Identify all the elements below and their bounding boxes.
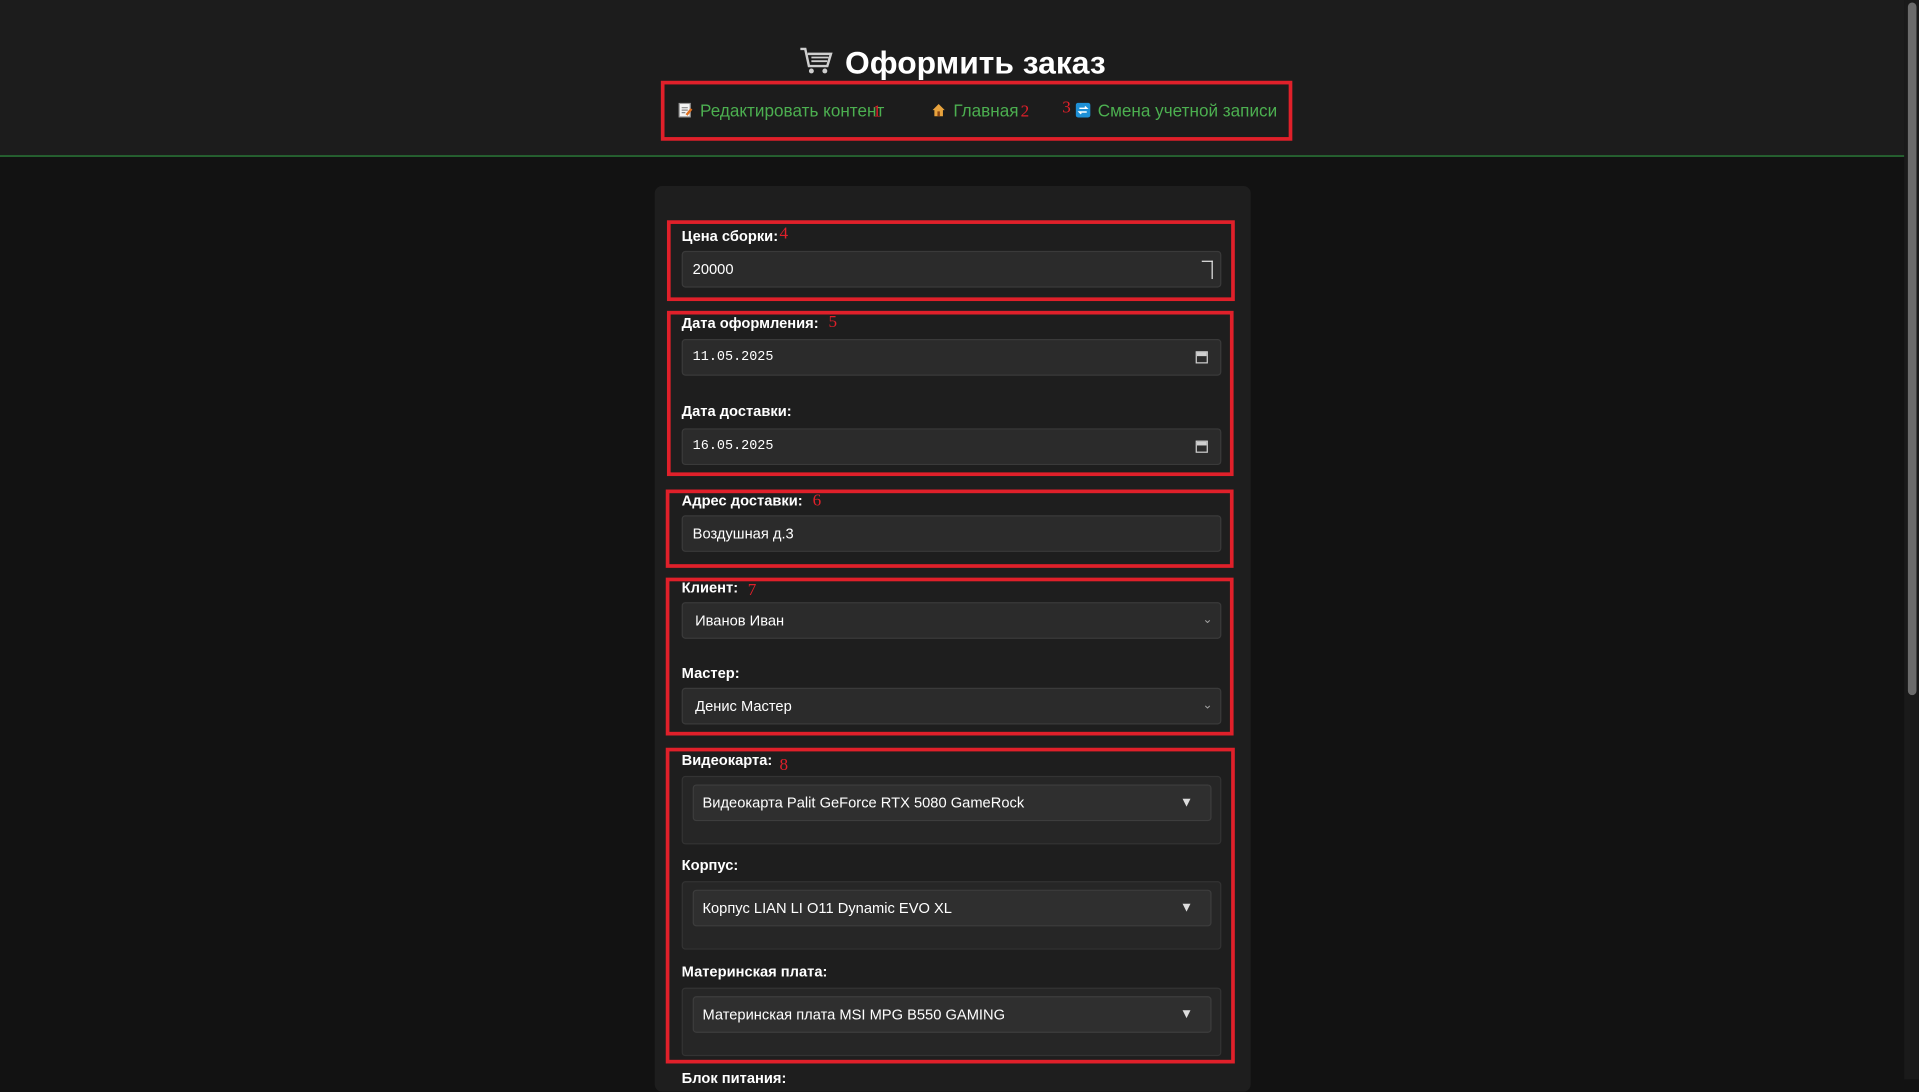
calendar-icon[interactable] — [1195, 351, 1208, 364]
gpu-value: Видеокарта Palit GeForce RTX 5080 GameRo… — [702, 794, 1025, 812]
price-value: 20000 — [692, 260, 734, 278]
mobo-select-container: Материнская плата MSI MPG B550 GAMING ▼ — [681, 987, 1222, 1057]
master-value: Денис Мастер — [695, 697, 792, 715]
annotation-number: 5 — [828, 313, 838, 332]
gpu-select-container: Видеокарта Palit GeForce RTX 5080 GameRo… — [681, 775, 1222, 845]
client-label: Клиент: — [681, 578, 739, 596]
calendar-icon[interactable] — [1195, 440, 1208, 453]
delivery-date-value: 16.05.2025 — [692, 439, 774, 455]
shopping-cart-icon — [799, 46, 833, 84]
dropdown-arrow-icon: ▼ — [1179, 1007, 1194, 1022]
nav-home-link[interactable]: Главная — [931, 100, 1019, 120]
client-select[interactable]: Иванов Иван ⌄ — [681, 602, 1222, 639]
annotation-number: 7 — [747, 581, 757, 600]
annotation-number: 8 — [779, 756, 789, 775]
client-value: Иванов Иван — [695, 611, 785, 630]
case-select[interactable]: Корпус LIAN LI O11 Dynamic EVO XL ▼ — [692, 889, 1212, 927]
delivery-date-field[interactable]: 16.05.2025 — [681, 428, 1222, 466]
delivery-date-label: Дата доставки: — [681, 402, 792, 420]
price-label: Цена сборки: — [681, 227, 779, 245]
address-label: Адрес доставки: — [681, 491, 803, 510]
dropdown-arrow-icon: ▼ — [1179, 900, 1194, 916]
memo-icon — [678, 102, 693, 118]
case-label: Корпус: — [681, 856, 739, 874]
gpu-label: Видеокарта: — [681, 751, 773, 769]
mobo-select[interactable]: Материнская плата MSI MPG B550 GAMING ▼ — [692, 996, 1212, 1033]
annotation-number: 1 — [872, 102, 882, 122]
order-date-field[interactable]: 11.05.2025 — [681, 338, 1222, 376]
page-title-text: Оформить заказ — [845, 44, 1106, 81]
master-label: Мастер: — [681, 664, 740, 682]
psu-label: Блок питания: — [681, 1069, 787, 1087]
switch-account-icon — [1075, 102, 1091, 118]
annotation-number: 3 — [1062, 99, 1071, 118]
nav-home-label: Главная — [953, 100, 1019, 120]
annotation-number: 4 — [779, 225, 789, 244]
house-icon — [931, 102, 946, 117]
annotation-number: 6 — [812, 491, 822, 511]
gpu-select[interactable]: Видеокарта Palit GeForce RTX 5080 GameRo… — [692, 784, 1212, 822]
chevron-down-icon: ⌄ — [1202, 698, 1213, 713]
order-date-value: 11.05.2025 — [692, 350, 774, 365]
mobo-value: Материнская плата MSI MPG B550 GAMING — [702, 1005, 1006, 1024]
nav-edit-content-link[interactable]: Редактировать контент — [678, 100, 884, 120]
price-field[interactable]: 20000 — [681, 250, 1222, 288]
mobo-label: Материнская плата: — [681, 963, 828, 981]
order-date-label: Дата оформления: — [681, 314, 819, 332]
dropdown-arrow-icon: ▼ — [1179, 795, 1194, 811]
top-nav: Редактировать контент Главная Смена учет… — [662, 81, 1289, 137]
address-value: Воздушная д.3 — [692, 525, 794, 543]
case-value: Корпус LIAN LI O11 Dynamic EVO XL — [702, 899, 952, 917]
annotation-number: 2 — [1020, 102, 1030, 122]
chevron-down-icon: ⌄ — [1202, 613, 1213, 627]
master-select[interactable]: Денис Мастер ⌄ — [681, 687, 1222, 725]
nav-edit-content-label: Редактировать контент — [700, 100, 885, 120]
nav-switch-account-link[interactable]: Смена учетной записи — [1075, 100, 1278, 120]
page-title: Оформить заказ — [0, 44, 1904, 84]
nav-switch-account-label: Смена учетной записи — [1097, 100, 1278, 120]
address-field[interactable]: Воздушная д.3 — [681, 515, 1222, 552]
resize-handle-icon[interactable] — [1201, 260, 1213, 280]
scrollbar-thumb[interactable] — [1907, 2, 1917, 696]
case-select-container: Корпус LIAN LI O11 Dynamic EVO XL ▼ — [681, 881, 1222, 950]
